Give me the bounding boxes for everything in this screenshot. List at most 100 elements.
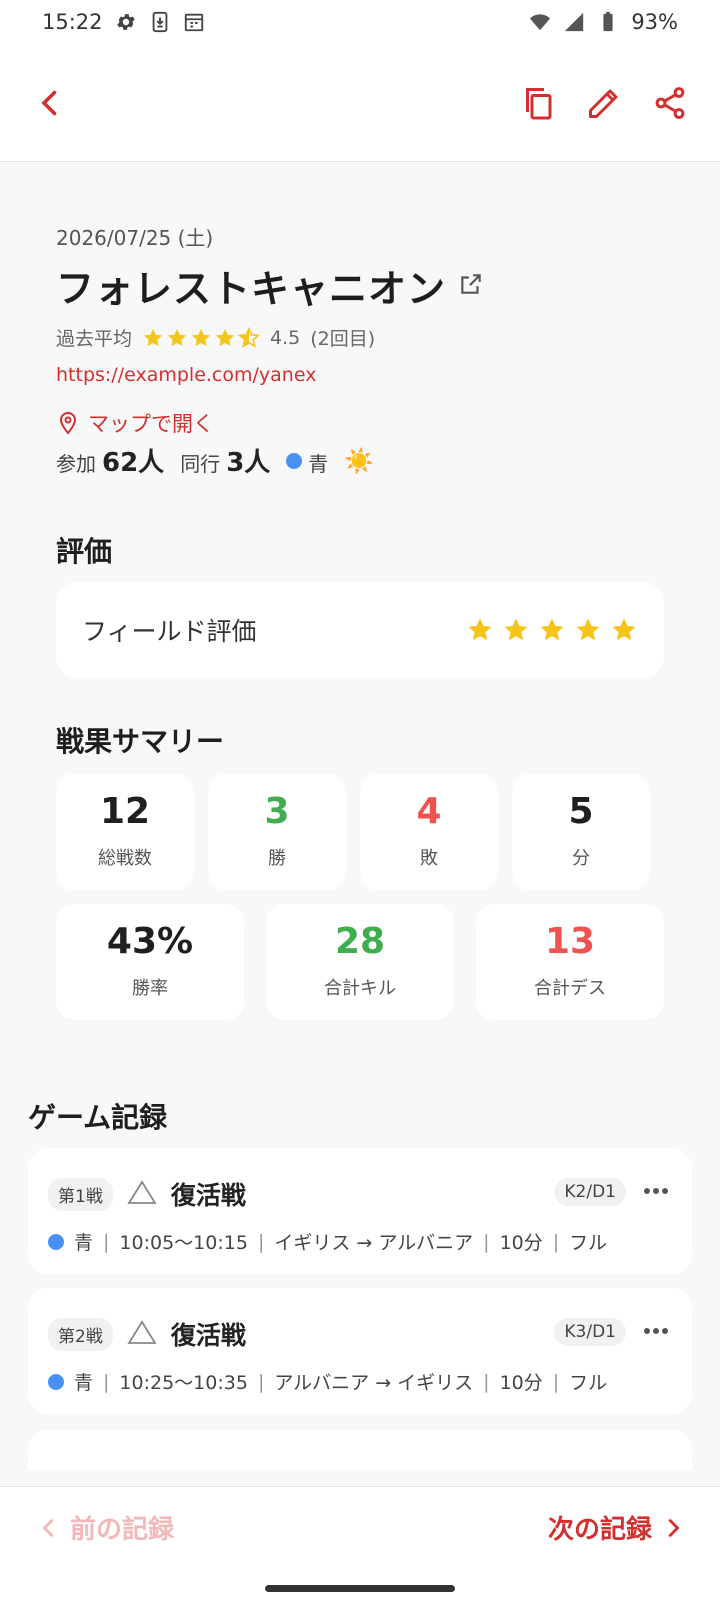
external-link-icon[interactable] <box>458 271 484 301</box>
game-number-badge: 第1戦 <box>48 1177 113 1211</box>
game-team: 青 <box>74 1232 94 1254</box>
signal-icon <box>563 11 585 33</box>
team-color-dot <box>286 452 303 469</box>
game-card-partial[interactable] <box>28 1430 692 1470</box>
star-icon <box>504 618 528 641</box>
copy-icon <box>526 87 552 119</box>
average-rating: 過去平均 4.5 (2回目) <box>56 324 375 351</box>
companions-value: 3人 <box>226 448 271 478</box>
participants-label: 参加 <box>56 452 96 476</box>
game-card[interactable]: 第1戦 復活戦 K2/D1 青 | 10:05〜10:15 | イギリス → アルバニア | 10… <box>28 1148 692 1274</box>
star-icon <box>612 618 636 641</box>
star-icon <box>540 618 564 641</box>
field-title: フォレストキャニオン <box>56 267 447 311</box>
stat-card: 12 総戦数 <box>56 774 194 890</box>
stat-value: 13 <box>544 921 596 962</box>
stat-card: 28 合計キル <box>266 904 454 1020</box>
calendar-icon <box>183 11 205 33</box>
status-bar: 15:22 93% <box>0 0 720 44</box>
average-value: 4.5 <box>270 326 301 349</box>
star-icon <box>576 618 600 641</box>
companions-label: 同行 <box>180 452 221 476</box>
triangle-icon <box>127 1179 157 1209</box>
game-mode: フル <box>569 1372 608 1394</box>
game-duration: 10分 <box>499 1232 543 1254</box>
field-url-link[interactable]: https://example.com/yanex <box>56 364 316 386</box>
edit-button[interactable] <box>576 75 632 131</box>
prev-record-label: 前の記録 <box>70 1515 175 1545</box>
triangle-icon <box>127 1319 157 1349</box>
field-rating-stars <box>466 616 638 644</box>
stat-label: 合計デス <box>534 978 606 999</box>
game-number-badge: 第2戦 <box>48 1317 113 1351</box>
stat-card: 4敗 <box>360 774 498 890</box>
game-name: 復活戦 <box>170 1181 246 1210</box>
next-record-label: 次の記録 <box>547 1515 652 1545</box>
game-route: アルバニア → イギリス <box>274 1372 474 1394</box>
prev-record-button[interactable]: 前の記録 <box>38 1509 174 1546</box>
stat-value: 12 <box>99 791 151 832</box>
game-duration: 10分 <box>499 1372 543 1394</box>
stat-label: 総戦数 <box>98 848 152 869</box>
location-pin-icon <box>59 411 77 435</box>
chevron-right-icon <box>668 1518 680 1537</box>
star-icon <box>167 328 187 346</box>
stat-label: 勝率 <box>132 978 168 999</box>
stat-label: 分 <box>572 848 590 869</box>
battery-icon <box>597 11 619 33</box>
back-button[interactable] <box>22 75 78 131</box>
game-name: 復活戦 <box>170 1321 246 1350</box>
bottom-nav: 前の記録 次の記録 <box>0 1486 720 1612</box>
field-rating-label: フィールド評価 <box>82 617 257 646</box>
stat-card: 43% 勝率 <box>56 904 244 1020</box>
stat-card: 5分 <box>512 774 650 890</box>
copy-button[interactable] <box>510 75 566 131</box>
participation-info: 参加 62人 同行 3人 青 ☀️ <box>56 442 374 479</box>
stat-label: 敗 <box>420 848 438 869</box>
status-time: 15:22 <box>42 10 103 34</box>
average-stars <box>142 326 261 349</box>
more-options-button[interactable] <box>638 1314 674 1348</box>
edit-icon <box>589 89 618 118</box>
games-section-title: ゲーム記録 <box>28 1101 168 1134</box>
game-team: 青 <box>74 1372 94 1394</box>
star-icon <box>468 618 492 641</box>
team-color-dot <box>48 1373 64 1390</box>
next-record-button[interactable]: 次の記録 <box>548 1509 684 1546</box>
kill-death-badge: K3/D1 <box>554 1318 626 1346</box>
team-label: 青 <box>308 452 329 476</box>
stat-value: 4 <box>416 791 442 832</box>
game-card[interactable]: 第2戦 復活戦 K3/D1 青 | 10:25〜10:35 | アルバニア → イギリス | 10… <box>28 1288 692 1414</box>
field-rating-card[interactable]: フィールド評価 <box>56 582 664 678</box>
back-icon <box>41 90 57 115</box>
game-route: イギリス → アルバニア <box>274 1232 474 1254</box>
battery-percent: 93% <box>631 10 678 34</box>
chevron-left-icon <box>42 1518 54 1537</box>
half-star-icon <box>238 326 261 348</box>
wifi-icon <box>529 11 551 33</box>
star-icon <box>191 328 211 346</box>
star-icon <box>143 328 163 346</box>
app-bar <box>0 44 720 162</box>
open-map-label: マップで開く <box>88 412 214 436</box>
sun-icon: ☀️ <box>344 446 375 475</box>
more-horizontal-icon <box>644 1188 668 1194</box>
stat-value: 5 <box>568 791 594 832</box>
home-indicator[interactable] <box>265 1585 455 1592</box>
visit-count: (2回目) <box>310 328 376 350</box>
stat-label: 合計キル <box>324 978 396 999</box>
download-icon <box>149 11 171 33</box>
gear-icon <box>115 11 137 33</box>
more-horizontal-icon <box>644 1328 668 1334</box>
share-icon <box>655 86 685 119</box>
more-options-button[interactable] <box>638 1174 674 1208</box>
open-map-link[interactable]: マップで開く <box>56 408 214 438</box>
record-date: 2026/07/25 (土) <box>56 226 214 250</box>
stat-value: 3 <box>264 791 290 832</box>
game-time: 10:25〜10:35 <box>119 1372 248 1394</box>
game-time: 10:05〜10:15 <box>119 1232 248 1254</box>
star-icon <box>215 328 235 346</box>
summary-section-title: 戦果サマリー <box>56 725 225 758</box>
participants-value: 62人 <box>102 448 165 478</box>
share-button[interactable] <box>642 75 698 131</box>
